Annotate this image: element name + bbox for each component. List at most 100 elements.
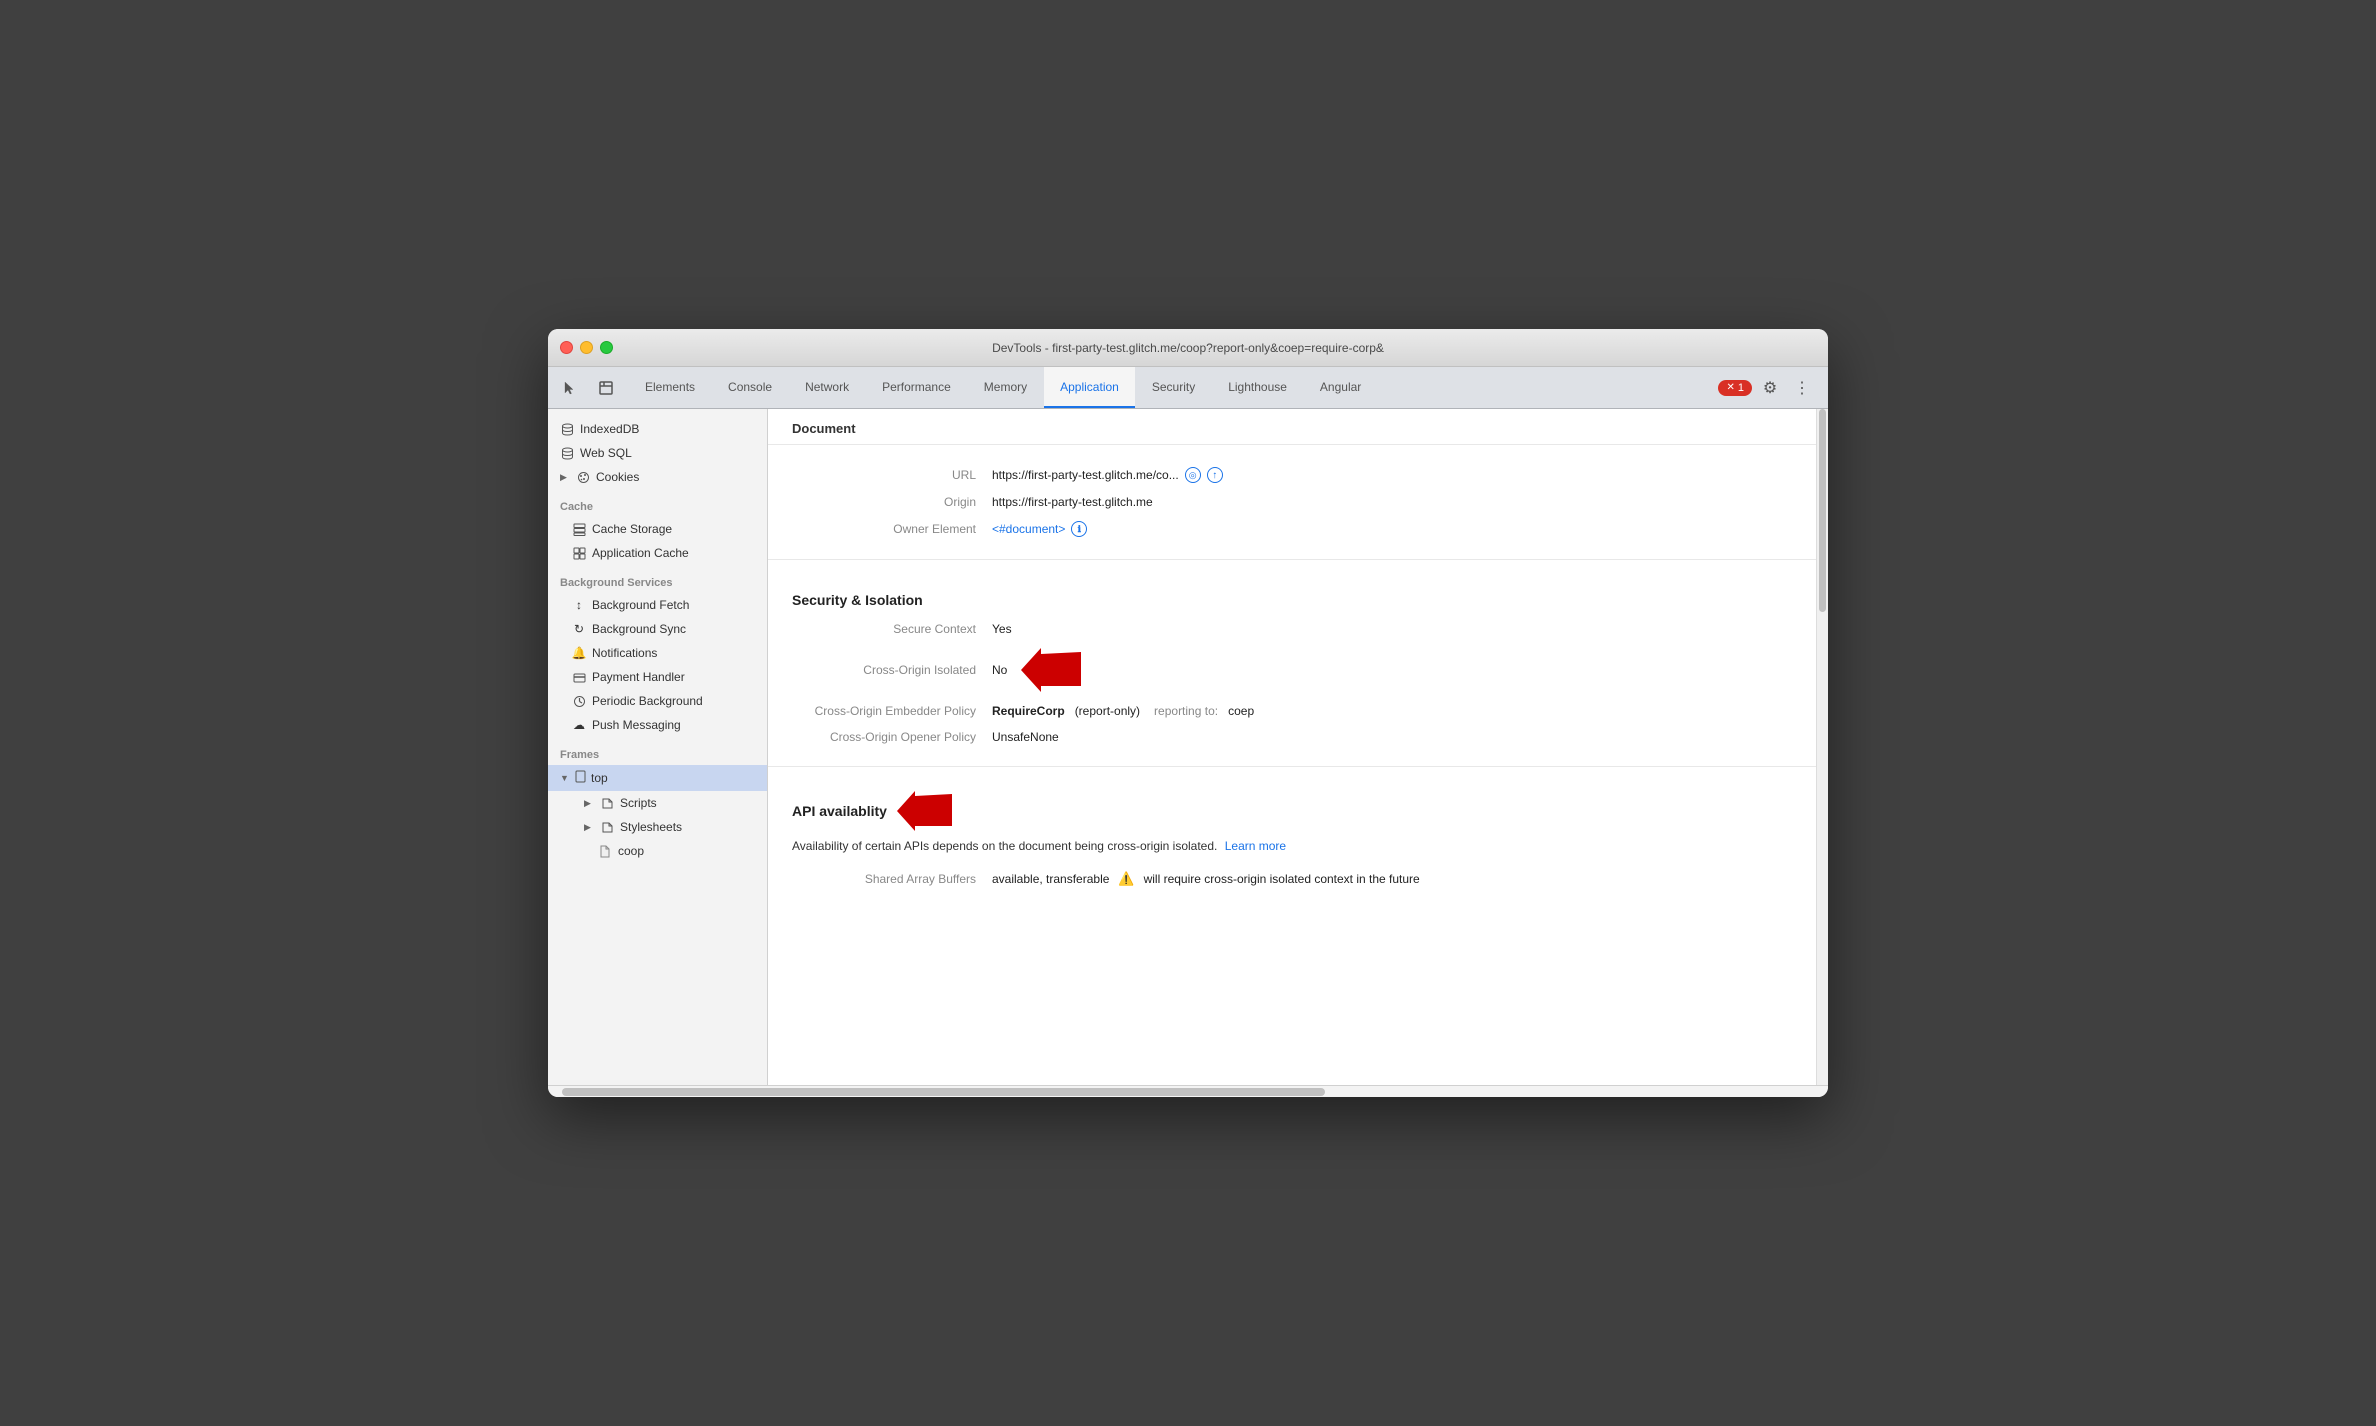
- sidebar-item-periodic-bg[interactable]: Periodic Background: [548, 689, 767, 713]
- security-isolation-title: Security & Isolation: [768, 576, 1816, 616]
- minimize-button[interactable]: [580, 341, 593, 354]
- shared-array-label: Shared Array Buffers: [792, 872, 992, 886]
- background-services-header: Background Services: [548, 565, 767, 593]
- learn-more-link[interactable]: Learn more: [1225, 839, 1286, 853]
- coop-label-el: Cross-Origin Opener Policy: [792, 730, 992, 744]
- coop-value: UnsafeNone: [992, 730, 1059, 744]
- error-x-icon: ✕: [1726, 382, 1734, 393]
- cross-origin-isolated-value: No: [992, 648, 1081, 692]
- sidebar-item-payment-handler[interactable]: Payment Handler: [548, 665, 767, 689]
- sidebar: IndexedDB Web SQL ▶: [548, 409, 768, 1085]
- tab-lighthouse[interactable]: Lighthouse: [1212, 367, 1303, 408]
- tab-memory[interactable]: Memory: [968, 367, 1043, 408]
- url-row: URL https://first-party-test.glitch.me/c…: [768, 461, 1816, 489]
- tabbar: Elements Console Network Performance Mem…: [548, 367, 1828, 409]
- indexeddb-label: IndexedDB: [580, 422, 639, 436]
- red-arrow-1: [1021, 648, 1081, 692]
- api-title: API availablity: [792, 803, 887, 819]
- cache-storage-icon: [572, 522, 586, 536]
- tab-angular[interactable]: Angular: [1304, 367, 1377, 408]
- top-frame-page-icon: [574, 770, 587, 786]
- url-text: https://first-party-test.glitch.me/co...: [992, 468, 1179, 482]
- security-isolation-section: Security & Isolation Secure Context Yes …: [768, 560, 1816, 767]
- coep-value: RequireCorp (report-only) reporting to: …: [992, 704, 1254, 718]
- menu-button[interactable]: ⋮: [1788, 374, 1816, 402]
- coop-row: Cross-Origin Opener Policy UnsafeNone: [768, 724, 1816, 750]
- sidebar-item-websql[interactable]: Web SQL: [548, 441, 767, 465]
- url-navigate-icon[interactable]: ↑: [1207, 467, 1223, 483]
- coep-reporting-value: coep: [1228, 704, 1254, 718]
- url-copy-icon[interactable]: ◎: [1185, 467, 1201, 483]
- api-title-row: API availablity: [768, 783, 1816, 835]
- tab-elements[interactable]: Elements: [629, 367, 711, 408]
- sidebar-item-top-frame[interactable]: ▼ top: [548, 765, 767, 791]
- red-arrow-2: [897, 791, 952, 831]
- sidebar-item-scripts[interactable]: ▶ Scripts: [548, 791, 767, 815]
- dock-icon[interactable]: [592, 374, 620, 402]
- scripts-label: Scripts: [620, 796, 657, 810]
- stylesheets-label: Stylesheets: [620, 820, 682, 834]
- sidebar-item-cache-storage[interactable]: Cache Storage: [548, 517, 767, 541]
- shared-array-row: Shared Array Buffers available, transfer…: [768, 865, 1816, 893]
- tab-application[interactable]: Application: [1044, 367, 1135, 408]
- cookies-icon: [576, 470, 590, 484]
- sidebar-item-stylesheets[interactable]: ▶ Stylesheets: [548, 815, 767, 839]
- tab-end-icons: ✕ 1 ⚙ ⋮: [1710, 367, 1824, 408]
- api-description: Availability of certain APIs depends on …: [768, 835, 1816, 865]
- sidebar-item-coop[interactable]: coop: [548, 839, 767, 863]
- cookies-label: Cookies: [596, 470, 639, 484]
- sidebar-item-push-messaging[interactable]: ☁ Push Messaging: [548, 713, 767, 737]
- settings-button[interactable]: ⚙: [1756, 374, 1784, 402]
- tab-performance[interactable]: Performance: [866, 367, 967, 408]
- sidebar-item-bg-sync[interactable]: ↻ Background Sync: [548, 617, 767, 641]
- vertical-scrollbar[interactable]: [1816, 409, 1828, 1085]
- owner-element-info-icon[interactable]: ℹ: [1071, 521, 1087, 537]
- sidebar-item-cookies[interactable]: ▶ Cookies: [548, 465, 767, 489]
- scripts-expand-icon: ▶: [584, 798, 594, 809]
- main-area: IndexedDB Web SQL ▶: [548, 409, 1828, 1085]
- horizontal-scrollbar[interactable]: [548, 1085, 1828, 1097]
- error-badge[interactable]: ✕ 1: [1718, 380, 1752, 396]
- document-info-section: URL https://first-party-test.glitch.me/c…: [768, 445, 1816, 560]
- notifications-icon: 🔔: [572, 646, 586, 660]
- coop-file-icon: [598, 844, 612, 858]
- push-messaging-icon: ☁: [572, 718, 586, 732]
- error-count: 1: [1738, 382, 1744, 394]
- sidebar-item-notifications[interactable]: 🔔 Notifications: [548, 641, 767, 665]
- origin-text: https://first-party-test.glitch.me: [992, 495, 1153, 509]
- maximize-button[interactable]: [600, 341, 613, 354]
- payment-handler-label: Payment Handler: [592, 670, 685, 684]
- sidebar-item-indexeddb[interactable]: IndexedDB: [548, 417, 767, 441]
- coep-label: Cross-Origin Embedder Policy: [792, 704, 992, 718]
- document-header: Document: [768, 409, 1816, 445]
- cursor-icon[interactable]: [556, 374, 584, 402]
- periodic-bg-icon: [572, 694, 586, 708]
- top-frame-label: top: [591, 771, 608, 785]
- owner-element-row: Owner Element <#document> ℹ: [768, 515, 1816, 543]
- document-title: Document: [792, 421, 856, 436]
- push-messaging-label: Push Messaging: [592, 718, 681, 732]
- tab-network[interactable]: Network: [789, 367, 865, 408]
- tab-security[interactable]: Security: [1136, 367, 1211, 408]
- indexeddb-icon: [560, 422, 574, 436]
- owner-element-label: Owner Element: [792, 522, 992, 536]
- shared-array-value: available, transferable ⚠️ will require …: [992, 871, 1420, 887]
- secure-context-label: Secure Context: [792, 622, 992, 636]
- tab-icon-area: [552, 367, 628, 408]
- sidebar-item-application-cache[interactable]: Application Cache: [548, 541, 767, 565]
- cross-origin-isolated-label: Cross-Origin Isolated: [792, 663, 992, 677]
- origin-row: Origin https://first-party-test.glitch.m…: [768, 489, 1816, 515]
- cache-storage-label: Cache Storage: [592, 522, 672, 536]
- cookies-expand-icon: ▶: [560, 472, 570, 483]
- application-cache-label: Application Cache: [592, 546, 689, 560]
- api-availability-section: API availablity Availability of certain …: [768, 767, 1816, 901]
- scripts-icon: [600, 796, 614, 810]
- tabs-list: Elements Console Network Performance Mem…: [629, 367, 1709, 408]
- traffic-lights[interactable]: [560, 341, 613, 354]
- sidebar-item-bg-fetch[interactable]: ↕ Background Fetch: [548, 593, 767, 617]
- url-label: URL: [792, 468, 992, 482]
- url-value: https://first-party-test.glitch.me/co...…: [992, 467, 1223, 483]
- close-button[interactable]: [560, 341, 573, 354]
- tab-console[interactable]: Console: [712, 367, 788, 408]
- owner-element-link[interactable]: <#document>: [992, 522, 1065, 536]
